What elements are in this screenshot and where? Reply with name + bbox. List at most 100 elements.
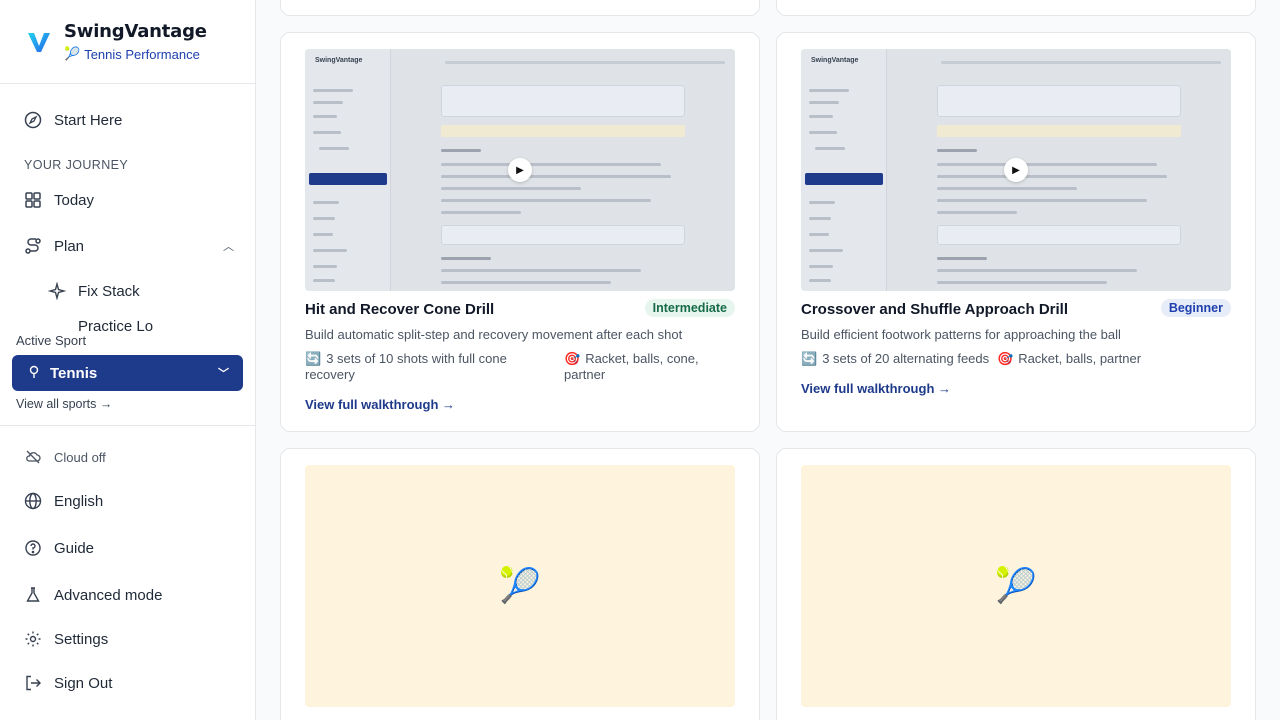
brand-subtitle-row: 🎾 Tennis Performance	[64, 46, 207, 62]
compass-icon	[24, 111, 42, 129]
tennis-racket-icon: 🎾	[64, 46, 81, 61]
thumb-line	[937, 175, 1167, 178]
drill-card-partial[interactable]	[280, 0, 760, 16]
thumb-line	[313, 115, 337, 118]
globe-icon	[24, 492, 42, 510]
nav-plan-label: Plan	[54, 237, 85, 255]
view-walkthrough-link[interactable]: View full walkthrough →	[801, 381, 951, 396]
video-thumbnail[interactable]: SwingVantage ▶	[801, 49, 1231, 291]
drill-card[interactable]: SwingVantage ▶	[776, 32, 1256, 432]
thumb-line	[809, 89, 849, 92]
drill-equipment: 🎯 Racket, balls, partner	[997, 351, 1217, 367]
thumb-box	[937, 225, 1181, 245]
drill-sets: 🔄 3 sets of 10 shots with full cone recov…	[305, 351, 545, 383]
brand-header[interactable]: SwingVantage 🎾 Tennis Performance	[0, 0, 255, 84]
nav-today[interactable]: Today	[0, 182, 255, 218]
sport-selector[interactable]: Tennis ﹀	[12, 355, 243, 391]
nav-advanced-mode[interactable]: Advanced mode	[0, 577, 255, 613]
thumb-sidebar	[305, 49, 391, 291]
nav-fix-stack[interactable]: Fix Stack	[0, 273, 255, 309]
thumb-line	[313, 101, 343, 104]
nav-advanced-mode-label: Advanced mode	[54, 586, 163, 604]
cloud-status[interactable]: Cloud off	[0, 439, 255, 475]
nav-sign-out[interactable]: Sign Out	[0, 665, 255, 701]
grid-icon	[24, 191, 42, 209]
nav-settings[interactable]: Settings	[0, 621, 255, 657]
thumb-line	[809, 101, 839, 104]
thumb-line	[441, 149, 481, 152]
thumb-line	[441, 211, 521, 214]
thumb-line	[941, 61, 1221, 64]
active-sport-label: Active Sport	[16, 333, 91, 348]
level-badge: Intermediate	[644, 299, 735, 317]
sport-selector-value: Tennis	[50, 364, 98, 382]
thumb-line	[313, 279, 335, 282]
target-icon: 🎯	[564, 351, 581, 366]
thumb-line	[937, 187, 1077, 190]
thumb-line	[313, 89, 353, 92]
drill-description: Build automatic split-step and recovery …	[305, 327, 683, 342]
thumb-line	[313, 233, 333, 236]
cloud-status-label: Cloud off	[54, 449, 106, 465]
level-badge: Beginner	[1160, 299, 1231, 317]
thumb-line	[937, 257, 987, 260]
drill-card[interactable]: 🎾	[776, 448, 1256, 720]
thumb-line	[313, 201, 339, 204]
thumb-line	[441, 199, 651, 202]
thumb-line	[313, 249, 347, 252]
view-all-sports-link[interactable]: View all sports →	[16, 397, 112, 411]
sparkles-icon	[48, 282, 66, 300]
brand-logo-icon	[28, 32, 50, 52]
thumb-line	[441, 269, 641, 272]
thumb-sidebar	[801, 49, 887, 291]
chevron-down-icon: ﹀	[218, 368, 229, 380]
nav-start-here-label: Start Here	[54, 111, 123, 129]
thumb-line	[809, 279, 831, 282]
nav-plan[interactable]: Plan ︿	[0, 228, 255, 264]
cloud-off-icon	[24, 448, 42, 466]
brand-subtitle: Tennis Performance	[84, 46, 200, 62]
video-thumbnail-placeholder[interactable]: 🎾	[801, 465, 1231, 707]
target-icon: 🎯	[997, 351, 1014, 366]
play-icon[interactable]: ▶	[1004, 158, 1028, 182]
thumb-active-nav	[805, 173, 883, 185]
drill-title[interactable]: Hit and Recover Cone Drill	[305, 301, 494, 318]
thumb-line	[313, 217, 335, 220]
drill-title[interactable]: Crossover and Shuffle Approach Drill	[801, 301, 1068, 318]
view-walkthrough-link[interactable]: View full walkthrough →	[305, 397, 455, 412]
thumb-line	[937, 269, 1137, 272]
video-thumbnail-placeholder[interactable]: 🎾	[305, 465, 735, 707]
thumb-line	[809, 233, 829, 236]
drill-equipment-text: Racket, balls, cone, partner	[564, 351, 699, 382]
drill-card[interactable]: 🎾	[280, 448, 760, 720]
nav-start-here[interactable]: Start Here	[0, 102, 255, 138]
nav-guide-label: Guide	[54, 539, 95, 557]
drill-card[interactable]: SwingVantage ▶	[280, 32, 760, 432]
thumb-title: SwingVantage	[811, 57, 859, 64]
chevron-up-icon[interactable]: ︿	[223, 238, 234, 254]
thumb-line	[937, 211, 1017, 214]
thumb-line	[809, 201, 835, 204]
nav-language[interactable]: English	[0, 483, 255, 519]
video-thumbnail[interactable]: SwingVantage ▶	[305, 49, 735, 291]
flask-icon	[24, 586, 42, 604]
nav-sign-out-label: Sign Out	[54, 674, 113, 692]
nav-practice-partial[interactable]: Practice Lo	[0, 318, 255, 334]
thumb-warning	[937, 125, 1181, 137]
thumb-line	[937, 281, 1107, 284]
repeat-icon: 🔄	[305, 351, 322, 366]
nav-fix-stack-label: Fix Stack	[78, 282, 140, 300]
thumb-line	[937, 149, 977, 152]
drill-card-partial[interactable]	[776, 0, 1256, 16]
journey-section-label: YOUR JOURNEY	[24, 158, 129, 172]
repeat-icon: 🔄	[801, 351, 818, 366]
nav-settings-label: Settings	[54, 630, 109, 648]
thumb-line	[313, 265, 337, 268]
thumb-line	[441, 187, 581, 190]
thumb-box	[937, 85, 1181, 117]
play-icon[interactable]: ▶	[508, 158, 532, 182]
nav-guide[interactable]: Guide	[0, 530, 255, 566]
drill-equipment: 🎯 Racket, balls, cone, partner	[564, 351, 739, 383]
drill-sets-text: 3 sets of 20 alternating feeds	[822, 351, 990, 366]
thumb-line	[809, 131, 837, 134]
